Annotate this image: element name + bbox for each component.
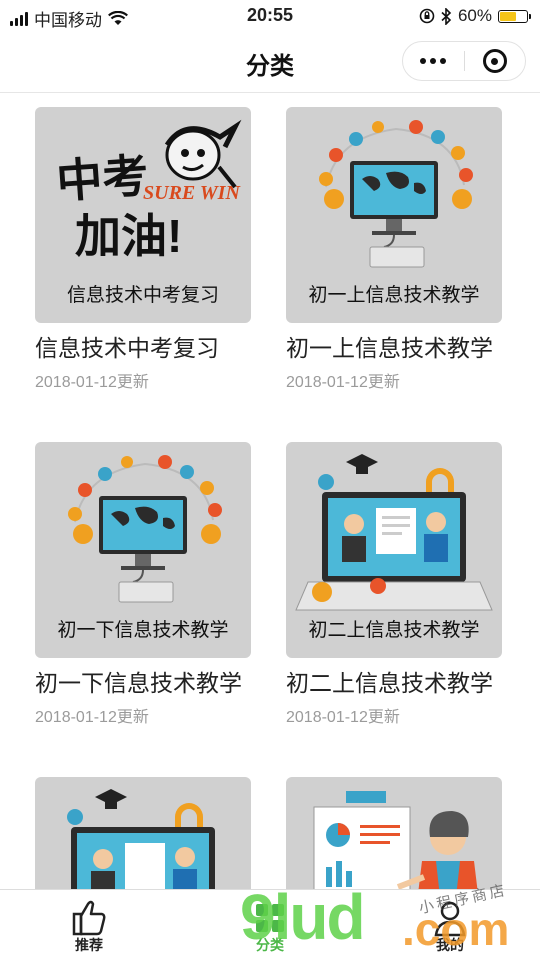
thumbnail-caption: 信息技术中考复习 xyxy=(66,285,219,306)
tab-bar: 推荐 分类 我的 xyxy=(0,889,540,961)
tab-mine[interactable]: 我的 xyxy=(400,890,500,961)
target-icon xyxy=(482,49,507,73)
battery-percent: 60% xyxy=(457,6,492,25)
status-bar: 中国移动 20:55 60% xyxy=(0,0,540,32)
category-card[interactable] xyxy=(286,777,502,889)
card-thumbnail xyxy=(35,777,251,889)
nav-bar: 分类 xyxy=(0,32,540,93)
card-date: 2018-01-12更新 xyxy=(35,374,149,391)
thumbnail-caption: 初二上信息技术教学 xyxy=(308,620,480,641)
battery-fill xyxy=(500,11,516,21)
user-icon xyxy=(434,901,466,937)
close-button[interactable] xyxy=(464,41,525,81)
category-card[interactable]: 初一下信息技术教学 初一下信息技术教学 2018-01-12更新 xyxy=(35,442,251,727)
category-card[interactable]: 中考 SURE WIN 加油! 信息技术中考复习 信息技术中考复习 2018-0… xyxy=(35,107,251,392)
card-date: 2018-01-12更新 xyxy=(35,709,149,726)
card-title: 初一下信息技术教学 xyxy=(35,670,242,696)
thumbnail-caption: 初一上信息技术教学 xyxy=(308,285,480,306)
mini-program-capsule xyxy=(402,41,526,81)
svg-text:中考: 中考 xyxy=(55,149,150,207)
bluetooth-icon xyxy=(441,7,452,25)
status-right: 60% xyxy=(419,6,531,26)
orientation-lock-icon xyxy=(419,8,435,24)
category-grid: 中考 SURE WIN 加油! 信息技术中考复习 信息技术中考复习 2018-0… xyxy=(0,93,540,889)
tab-label: 我的 xyxy=(436,937,464,953)
tab-recommend[interactable]: 推荐 xyxy=(39,890,139,961)
svg-text:加油!: 加油! xyxy=(75,210,182,262)
card-date: 2018-01-12更新 xyxy=(286,374,400,391)
card-thumbnail xyxy=(286,777,502,889)
tab-label: 分类 xyxy=(256,937,284,953)
category-card[interactable] xyxy=(35,777,251,889)
card-title: 初一上信息技术教学 xyxy=(286,335,493,361)
category-card[interactable]: 初二上信息技术教学 初二上信息技术教学 2018-01-12更新 xyxy=(286,442,502,727)
battery-icon xyxy=(498,9,531,23)
thumbs-up-icon xyxy=(72,900,106,936)
card-date: 2018-01-12更新 xyxy=(286,709,400,726)
card-thumbnail: 初一下信息技术教学 xyxy=(35,442,251,658)
card-thumbnail: 初二上信息技术教学 xyxy=(286,442,502,658)
thumbnail-caption: 初一下信息技术教学 xyxy=(57,620,229,641)
card-thumbnail: 中考 SURE WIN 加油! 信息技术中考复习 xyxy=(35,107,251,323)
card-title: 初二上信息技术教学 xyxy=(286,670,493,696)
card-title: 信息技术中考复习 xyxy=(35,335,219,361)
card-thumbnail: 初一上信息技术教学 xyxy=(286,107,502,323)
category-card[interactable]: 初一上信息技术教学 初一上信息技术教学 2018-01-12更新 xyxy=(286,107,502,392)
online-class-illustration xyxy=(67,789,215,889)
tab-label: 推荐 xyxy=(75,937,103,953)
svg-text:SURE WIN: SURE WIN xyxy=(143,182,241,204)
tab-category[interactable]: 分类 xyxy=(220,890,320,961)
more-button[interactable] xyxy=(403,41,464,81)
grid-icon xyxy=(256,904,284,932)
presentation-illustration xyxy=(313,791,478,889)
